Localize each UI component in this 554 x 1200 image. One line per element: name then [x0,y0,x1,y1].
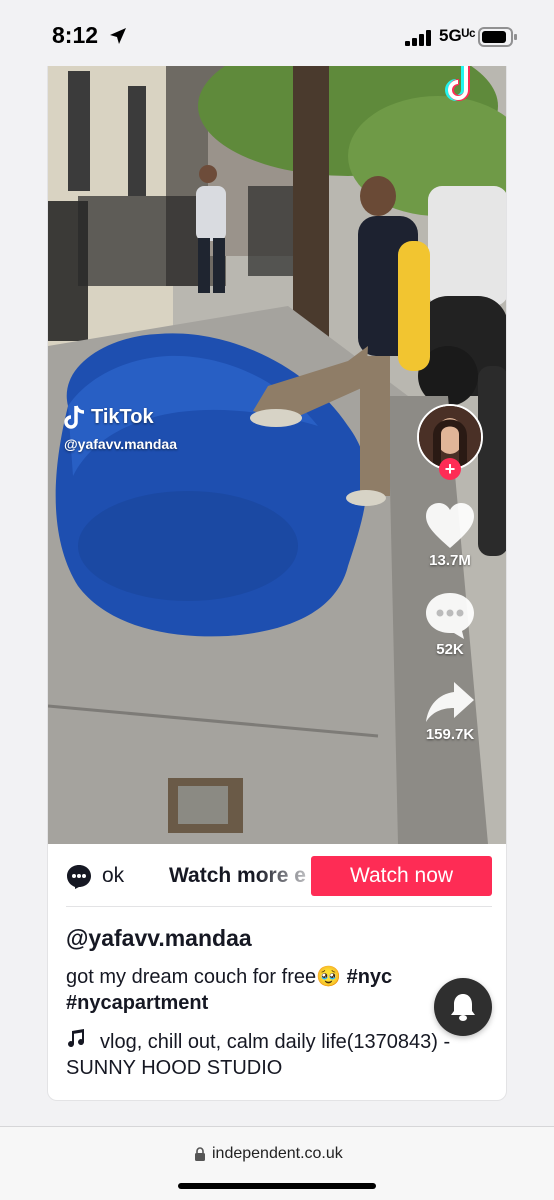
share-action[interactable]: 159.7K [424,680,476,743]
url-text: independent.co.uk [212,1145,343,1162]
cta-row: ok Watch more e Watch now [66,856,492,896]
watermark-brand: TikTok [91,405,154,428]
status-time: 8:12 [52,22,99,48]
status-bar: 8:12 5Gᵁᶜ [0,0,554,66]
network-label: 5Gᵁᶜ [439,26,476,45]
watch-now-button[interactable]: Watch now [311,856,492,896]
partial-text: ok [102,864,125,887]
address-bar[interactable]: independent.co.uk [194,1145,343,1163]
bell-icon [451,994,475,1021]
creator-avatar[interactable]: + [417,404,483,480]
comment-count: 52K [436,641,464,658]
heart-icon[interactable] [424,502,476,550]
signal-icon [405,30,431,46]
music-note-icon [66,1028,86,1055]
like-action[interactable]: 13.7M [424,502,476,569]
hashtag-nycapartment[interactable]: #nycapartment [66,992,208,1014]
hashtag-nyc[interactable]: #nyc [347,966,393,988]
video-player[interactable]: TikTok @yafavv.mandaa + 13.7M 52K 159.7K [48,66,506,844]
tiktok-logo-icon [445,66,470,101]
battery-icon [478,27,517,47]
comment-bubble-icon [67,865,91,889]
location-arrow-icon [110,28,126,44]
browser-url-bar: independent.co.uk [0,1126,554,1200]
side-actions: + 13.7M 52K 159.7K [414,404,486,743]
music-info[interactable]: vlog, chill out, calm daily life(1370843… [66,1028,486,1081]
share-count: 159.7K [425,726,475,743]
music-title: vlog, chill out, calm daily life(1370843… [66,1031,451,1079]
home-indicator[interactable] [178,1183,376,1189]
follow-button[interactable]: + [439,458,461,480]
divider [66,906,492,907]
watermark-handle: @yafavv.mandaa [64,436,178,452]
notification-bell-button[interactable] [434,978,492,1036]
caption: got my dream couch for free🥹 #nyc #nycap… [66,964,456,1016]
share-icon[interactable] [424,680,476,724]
like-count: 13.7M [429,552,471,569]
comment-icon[interactable] [424,591,476,639]
tiktok-watermark: TikTok @yafavv.mandaa [64,404,177,452]
tiktok-note-icon [64,405,85,429]
author-handle[interactable]: @yafavv.mandaa [66,925,252,952]
comment-action[interactable]: 52K [424,591,476,658]
lock-icon [195,1147,205,1161]
tiktok-embed: TikTok @yafavv.mandaa + 13.7M 52K 159.7K… [47,66,507,1101]
caption-text: got my dream couch for free🥹 [66,966,347,988]
